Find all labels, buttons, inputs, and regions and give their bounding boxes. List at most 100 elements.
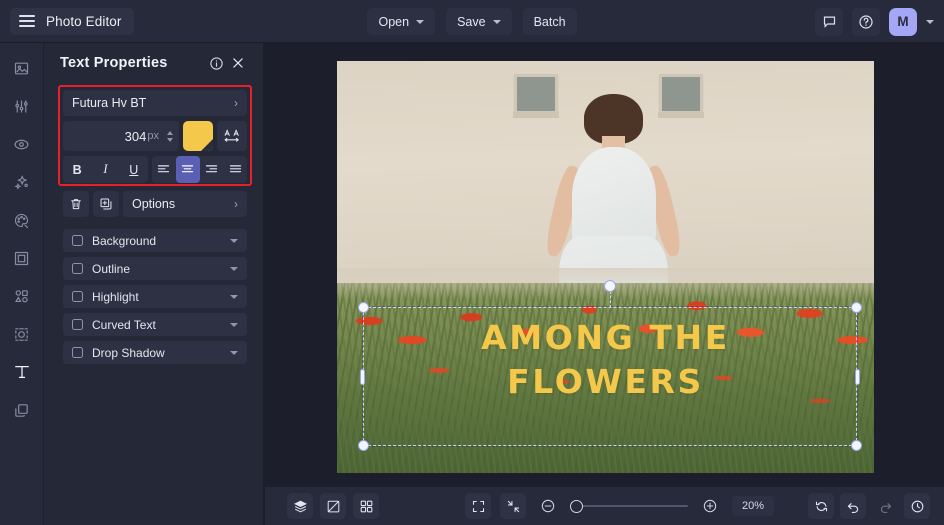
history-icon: [910, 499, 925, 514]
letter-spacing-button[interactable]: [217, 121, 247, 151]
underline-button[interactable]: U: [120, 156, 148, 183]
redo-button[interactable]: [872, 493, 898, 519]
bold-button[interactable]: B: [63, 156, 91, 183]
compare-button[interactable]: [320, 493, 346, 519]
info-button[interactable]: [205, 52, 227, 74]
italic-button[interactable]: I: [91, 156, 119, 183]
zoom-controls: 20%: [465, 493, 774, 519]
chevron-down-icon[interactable]: [230, 351, 238, 355]
accordion-curved-text[interactable]: Curved Text: [63, 313, 247, 336]
zoom-slider-handle[interactable]: [570, 500, 583, 513]
outline-checkbox[interactable]: [72, 263, 83, 274]
resize-handle-middle-left[interactable]: [360, 369, 365, 385]
accordion-label: Background: [92, 234, 221, 248]
align-justify-icon: [229, 164, 242, 175]
align-justify-button[interactable]: [223, 156, 247, 183]
sidebar-item-image[interactable]: [7, 53, 37, 83]
align-center-button[interactable]: [176, 156, 200, 183]
align-right-icon: [205, 164, 218, 175]
accordion-label: Highlight: [92, 290, 221, 304]
align-left-button[interactable]: [152, 156, 176, 183]
reset-icon: [814, 499, 829, 514]
stepper-up-icon[interactable]: [167, 131, 173, 135]
rotate-handle[interactable]: [604, 280, 616, 292]
sidebar-item-retouch[interactable]: [7, 129, 37, 159]
zoom-in-button[interactable]: [697, 493, 723, 519]
page-title: Text Properties: [60, 55, 205, 71]
reset-button[interactable]: [808, 493, 834, 519]
chevron-down-icon: [416, 20, 424, 24]
open-button[interactable]: Open: [367, 8, 435, 35]
font-family-select[interactable]: Futura Hv BT ›: [63, 90, 247, 116]
stepper-down-icon[interactable]: [167, 138, 173, 142]
collapse-icon: [506, 499, 521, 514]
chevron-down-icon[interactable]: [230, 239, 238, 243]
eye-icon: [13, 136, 30, 153]
background-checkbox[interactable]: [72, 235, 83, 246]
sidebar-item-cutout[interactable]: [7, 319, 37, 349]
text-selection-box[interactable]: [363, 307, 857, 446]
resize-handle-top-right[interactable]: [851, 302, 862, 313]
panel-header: Text Properties: [44, 43, 263, 83]
sidebar-item-adjust[interactable]: [7, 91, 37, 121]
duplicate-button[interactable]: [93, 191, 119, 217]
text-color-swatch[interactable]: [183, 121, 213, 151]
zoom-out-button[interactable]: [535, 493, 561, 519]
resize-handle-bottom-left[interactable]: [358, 440, 369, 451]
fit-screen-button[interactable]: [465, 493, 491, 519]
sidebar-item-layers[interactable]: [7, 395, 37, 425]
account-chevron-down-icon[interactable]: [926, 20, 934, 24]
resize-handle-middle-right[interactable]: [855, 369, 860, 385]
zoom-slider[interactable]: [570, 499, 688, 513]
save-label: Save: [457, 15, 486, 29]
zoom-level-value[interactable]: 20%: [732, 496, 774, 516]
zoom-in-icon: [702, 498, 718, 514]
history-button[interactable]: [904, 493, 930, 519]
hamburger-icon[interactable]: [19, 15, 35, 27]
chevron-down-icon[interactable]: [230, 267, 238, 271]
close-button[interactable]: [227, 52, 249, 74]
help-button[interactable]: [852, 8, 880, 36]
grid-button[interactable]: [353, 493, 379, 519]
accordion-drop-shadow[interactable]: Drop Shadow: [63, 341, 247, 364]
actual-size-button[interactable]: [500, 493, 526, 519]
drop-shadow-checkbox[interactable]: [72, 347, 83, 358]
sidebar-item-frames[interactable]: [7, 243, 37, 273]
curved-text-checkbox[interactable]: [72, 319, 83, 330]
save-button[interactable]: Save: [446, 8, 512, 35]
undo-button[interactable]: [840, 493, 866, 519]
sidebar-item-text[interactable]: [7, 357, 37, 387]
duplicate-layers-icon: [13, 402, 30, 419]
options-button[interactable]: Options ›: [123, 191, 247, 217]
avatar[interactable]: M: [889, 8, 917, 36]
layers-button[interactable]: [287, 493, 313, 519]
italic-label: I: [103, 162, 107, 177]
resize-handle-bottom-right[interactable]: [851, 440, 862, 451]
photo-editor-window: Photo Editor Open Save Batch: [0, 0, 944, 525]
align-right-button[interactable]: [200, 156, 224, 183]
accordion-background[interactable]: Background: [63, 229, 247, 252]
tool-rail: [0, 43, 44, 525]
chevron-down-icon[interactable]: [230, 323, 238, 327]
sidebar-item-paint[interactable]: [7, 205, 37, 235]
sidebar-item-shapes[interactable]: [7, 281, 37, 311]
chevron-down-icon[interactable]: [230, 295, 238, 299]
palette-icon: [13, 212, 30, 229]
font-size-input[interactable]: 304 px: [63, 121, 179, 151]
canvas-area[interactable]: AMONG THE FLOWERS: [265, 43, 944, 486]
highlight-checkbox[interactable]: [72, 291, 83, 302]
image-icon: [13, 60, 30, 77]
sidebar-item-effects[interactable]: [7, 167, 37, 197]
feedback-button[interactable]: [815, 8, 843, 36]
accordion-outline[interactable]: Outline: [63, 257, 247, 280]
zoom-slider-track: [576, 505, 688, 507]
accordion-highlight[interactable]: Highlight: [63, 285, 247, 308]
font-size-stepper[interactable]: [167, 131, 173, 142]
resize-handle-top-left[interactable]: [358, 302, 369, 313]
app-menu-button[interactable]: Photo Editor: [10, 8, 134, 35]
accordion-label: Drop Shadow: [92, 346, 221, 360]
underline-label: U: [129, 163, 138, 177]
top-bar: Photo Editor Open Save Batch: [0, 0, 944, 43]
batch-button[interactable]: Batch: [523, 8, 577, 35]
delete-button[interactable]: [63, 191, 89, 217]
